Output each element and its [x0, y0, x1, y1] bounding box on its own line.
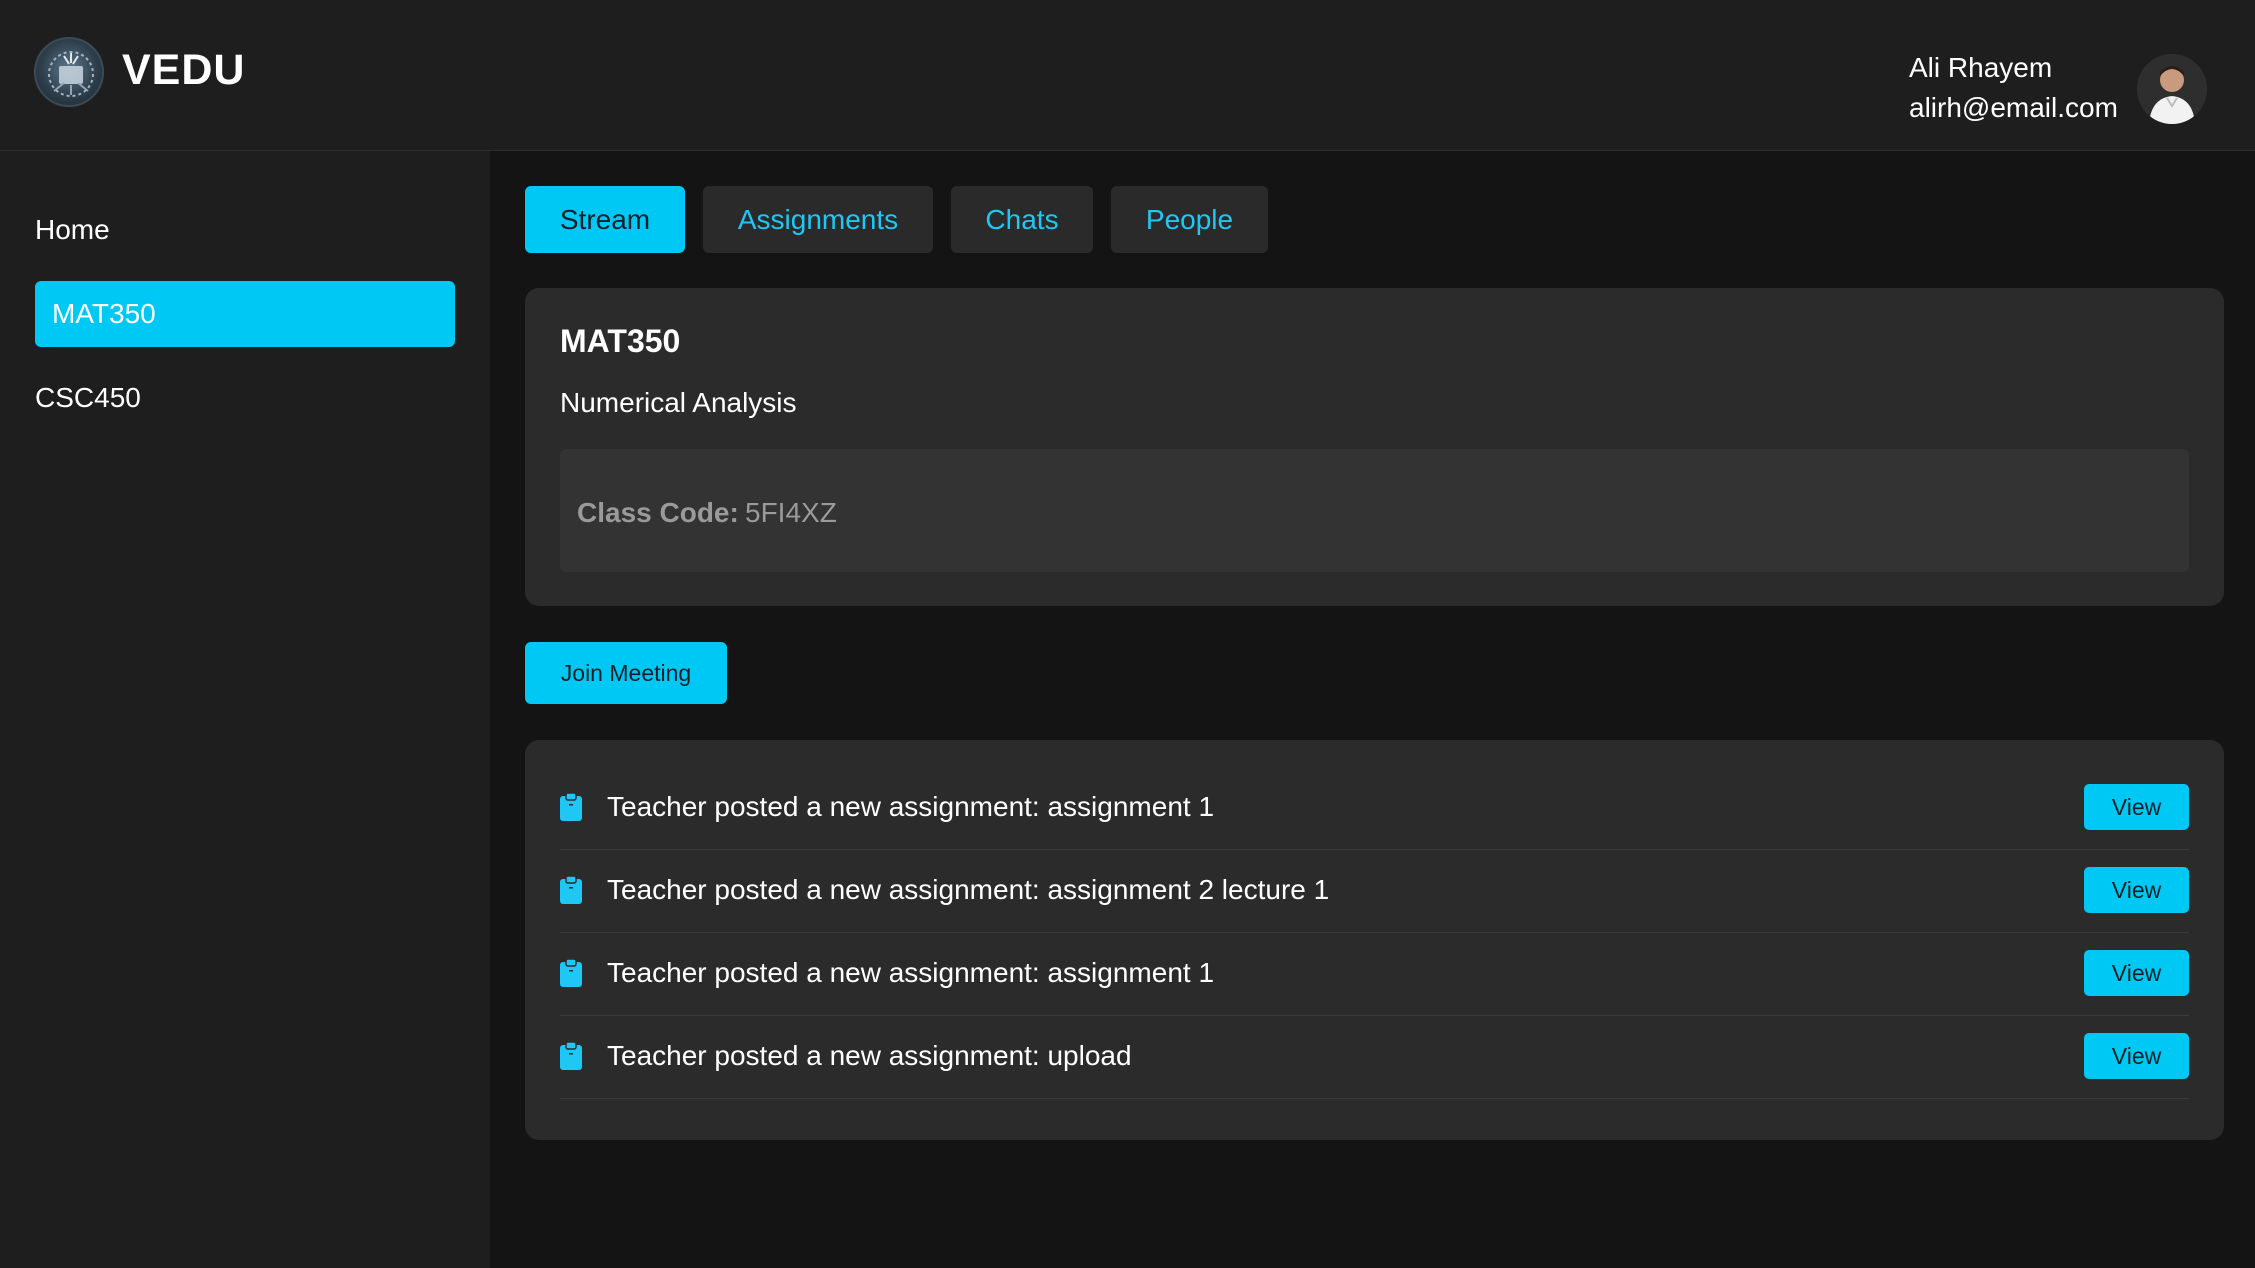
view-button[interactable]: View	[2084, 950, 2189, 996]
clipboard-icon	[560, 959, 582, 987]
top-header: VEDU Ali Rhayem alirh@email.com	[0, 0, 2255, 151]
user-avatar[interactable]	[2137, 54, 2207, 124]
stream-item-text: Teacher posted a new assignment: assignm…	[607, 791, 1215, 822]
sidebar-item-mat350[interactable]: MAT350	[35, 281, 455, 347]
list-item: Teacher posted a new assignment: assignm…	[560, 850, 2189, 933]
class-code-value: 5FI4XZ	[745, 497, 837, 528]
view-button[interactable]: View	[2084, 1033, 2189, 1079]
clipboard-icon	[560, 876, 582, 904]
stream-item-text: Teacher posted a new assignment: upload	[607, 1040, 1132, 1071]
view-button[interactable]: View	[2084, 784, 2189, 830]
tab-stream[interactable]: Stream	[525, 186, 685, 253]
view-button[interactable]: View	[2084, 867, 2189, 913]
class-code-box: Class Code: 5FI4XZ	[560, 449, 2189, 572]
user-name: Ali Rhayem	[1909, 52, 2053, 83]
class-code-label: Class Code:	[577, 497, 739, 528]
course-code-title: MAT350	[560, 323, 681, 359]
join-meeting-button[interactable]: Join Meeting	[525, 642, 727, 704]
sidebar-item-home[interactable]: Home	[35, 197, 455, 263]
list-item: Teacher posted a new assignment: assignm…	[560, 767, 2189, 850]
stream-item-text: Teacher posted a new assignment: assignm…	[607, 874, 1330, 905]
tab-assignments[interactable]: Assignments	[703, 186, 933, 253]
sidebar: Home MAT350 CSC450	[0, 151, 490, 1268]
tab-people[interactable]: People	[1111, 186, 1268, 253]
list-item: Teacher posted a new assignment: assignm…	[560, 933, 2189, 1016]
vedu-logo-icon[interactable]	[34, 37, 104, 107]
course-info-card: MAT350 Numerical Analysis Class Code: 5F…	[525, 288, 2224, 606]
sidebar-item-csc450[interactable]: CSC450	[35, 365, 455, 431]
brand-title[interactable]: VEDU	[122, 46, 245, 95]
course-name: Numerical Analysis	[560, 387, 797, 418]
user-email: alirh@email.com	[1909, 92, 2118, 123]
clipboard-icon	[560, 1042, 582, 1070]
stream-list: Teacher posted a new assignment: assignm…	[525, 740, 2224, 1140]
stream-item-text: Teacher posted a new assignment: assignm…	[607, 957, 1215, 988]
tab-chats[interactable]: Chats	[951, 186, 1093, 253]
clipboard-icon	[560, 793, 582, 821]
list-item: Teacher posted a new assignment: upload …	[560, 1016, 2189, 1099]
